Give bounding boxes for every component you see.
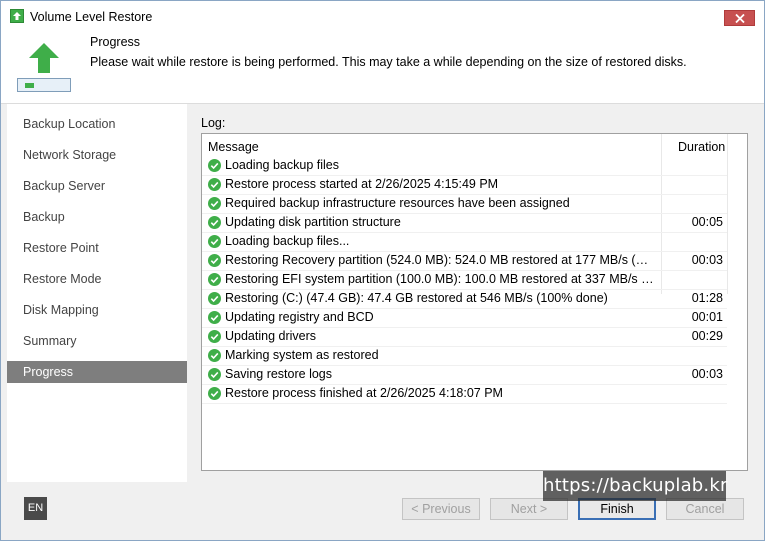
log-row[interactable]: Restoring Recovery partition (524.0 MB):… [202,251,727,271]
log-row[interactable]: Updating drivers 00:29 [202,327,727,347]
log-message: Updating registry and BCD [225,310,374,324]
sidebar-item-disk-mapping[interactable]: Disk Mapping [7,299,187,321]
log-message: Loading backup files... [225,234,350,248]
wizard-header: Progress Please wait while restore is be… [1,31,764,104]
restore-progress-icon [17,43,71,92]
log-message: Marking system as restored [225,348,379,362]
log-duration: 00:03 [691,253,723,267]
log-row[interactable]: Saving restore logs 00:03 [202,365,727,385]
log-row[interactable]: Required backup infrastructure resources… [202,194,727,214]
window-title: Volume Level Restore [30,10,153,24]
log-duration: 00:01 [691,310,723,324]
cancel-button[interactable]: Cancel [666,498,744,520]
finish-button[interactable]: Finish [578,498,656,520]
column-divider [727,134,728,294]
sidebar-item-summary[interactable]: Summary [7,330,187,352]
log-message: Updating drivers [225,329,317,343]
log-row[interactable]: Updating disk partition structure 00:05 [202,213,727,233]
sidebar-item-restore-mode[interactable]: Restore Mode [7,268,187,290]
log-row[interactable]: Restoring (C:) (47.4 GB): 47.4 GB restor… [202,289,727,309]
log-message: Saving restore logs [225,367,333,381]
wizard-steps-sidebar: Backup Location Network Storage Backup S… [7,104,187,482]
volume-level-restore-window: Volume Level Restore Progress Please wai… [0,0,765,541]
success-check-icon [208,254,221,267]
log-row[interactable]: Restore process finished at 2/26/2025 4:… [202,384,727,404]
log-label: Log: [201,116,226,130]
previous-button[interactable]: < Previous [402,498,480,520]
log-duration: 01:28 [691,291,723,305]
page-description: Please wait while restore is being perfo… [90,55,687,69]
sidebar-item-backup-server[interactable]: Backup Server [7,175,187,197]
log-row[interactable]: Loading backup files... [202,232,727,252]
success-check-icon [208,349,221,362]
sidebar-item-progress[interactable]: Progress [7,361,187,383]
log-duration: 00:05 [691,215,723,229]
column-header-duration[interactable]: Duration [678,134,725,156]
sidebar-item-restore-point[interactable]: Restore Point [7,237,187,259]
sidebar-item-backup[interactable]: Backup [7,206,187,228]
success-check-icon [208,330,221,343]
log-row[interactable]: Restoring EFI system partition (100.0 MB… [202,270,727,290]
close-icon [735,14,745,23]
log-message: Required backup infrastructure resources… [225,196,570,210]
log-row[interactable]: Updating registry and BCD 00:01 [202,308,727,328]
log-duration: 00:03 [691,367,723,381]
sidebar-item-backup-location[interactable]: Backup Location [7,113,187,135]
progress-panel: Log: Message Duration Loading backup fil… [187,104,764,482]
log-message: Restoring EFI system partition (100.0 MB… [225,272,655,286]
success-check-icon [208,387,221,400]
success-check-icon [208,178,221,191]
log-table[interactable]: Message Duration Loading backup files Res… [201,133,748,471]
log-message: Loading backup files [225,158,339,172]
app-restore-icon [10,9,24,23]
log-row[interactable]: Loading backup files [202,156,727,176]
success-check-icon [208,235,221,248]
title-bar: Volume Level Restore [1,1,764,31]
success-check-icon [208,197,221,210]
success-check-icon [208,368,221,381]
page-title: Progress [90,35,141,49]
log-message: Restore process finished at 2/26/2025 4:… [225,386,503,400]
success-check-icon [208,216,221,229]
column-header-message[interactable]: Message [208,134,259,156]
success-check-icon [208,273,221,286]
log-row[interactable]: Restore process started at 2/26/2025 4:1… [202,175,727,195]
log-message: Restoring (C:) (47.4 GB): 47.4 GB restor… [225,291,608,305]
sidebar-item-network-storage[interactable]: Network Storage [7,144,187,166]
success-check-icon [208,159,221,172]
log-row[interactable]: Marking system as restored [202,346,727,366]
success-check-icon [208,311,221,324]
log-message: Updating disk partition structure [225,215,401,229]
close-button[interactable] [724,10,755,26]
log-duration: 00:29 [691,329,723,343]
success-check-icon [208,292,221,305]
next-button[interactable]: Next > [490,498,568,520]
language-indicator[interactable]: EN [24,497,47,520]
log-message: Restoring Recovery partition (524.0 MB):… [225,253,655,267]
log-message: Restore process started at 2/26/2025 4:1… [225,177,499,191]
watermark: https://backuplab.kr [543,471,727,501]
